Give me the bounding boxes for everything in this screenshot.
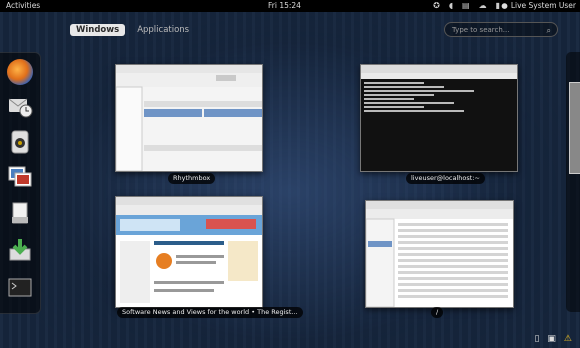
- dash: [0, 52, 41, 314]
- clock[interactable]: Fri 15:24: [268, 0, 301, 12]
- software-icon[interactable]: [7, 237, 33, 263]
- window-file-manager[interactable]: [365, 200, 514, 308]
- documents-icon[interactable]: [7, 201, 33, 227]
- files-preview: [366, 201, 513, 307]
- search-input[interactable]: Type to search... ⌕: [444, 22, 558, 37]
- tab-applications[interactable]: Applications: [131, 24, 195, 36]
- chat-icon[interactable]: ☁: [479, 0, 487, 12]
- window-rhythmbox[interactable]: [115, 64, 263, 172]
- window-terminal[interactable]: [360, 64, 518, 172]
- workspace-list: [566, 52, 580, 312]
- accessibility-icon[interactable]: ✪: [433, 0, 440, 12]
- top-bar: Activities Fri 15:24 ✪ ◖ ▤ ☁ ▮ ● Live Sy…: [0, 0, 580, 12]
- overview-tabs: Windows Applications: [70, 24, 195, 36]
- search-icon: ⌕: [546, 26, 551, 35]
- user-name: Live System User: [510, 1, 576, 10]
- terminal-preview: [361, 65, 517, 112]
- search-placeholder: Type to search...: [452, 26, 510, 34]
- window-firefox[interactable]: [115, 196, 263, 308]
- warning-icon[interactable]: ⚠: [564, 334, 572, 344]
- window-caption: /: [431, 307, 444, 318]
- status-icons: ✪ ◖ ▤ ☁ ▮: [433, 0, 500, 12]
- activities-button[interactable]: Activities: [6, 0, 40, 12]
- user-menu[interactable]: ● Live System User: [501, 0, 576, 12]
- volume-icon[interactable]: ◖: [449, 0, 453, 12]
- removable-drive-icon[interactable]: ▯: [534, 334, 539, 344]
- battery-icon[interactable]: ▮: [496, 0, 500, 12]
- mail-icon[interactable]: [7, 93, 33, 119]
- printer-icon[interactable]: ▣: [547, 334, 556, 344]
- shotwell-icon[interactable]: [7, 163, 33, 189]
- rhythmbox-icon[interactable]: [7, 129, 33, 155]
- message-tray: ▯ ▣ ⚠: [534, 334, 572, 344]
- firefox-icon[interactable]: [7, 59, 33, 85]
- tab-windows[interactable]: Windows: [70, 24, 126, 36]
- network-icon[interactable]: ▤: [462, 0, 470, 12]
- terminal-icon[interactable]: [7, 275, 33, 301]
- window-caption: Rhythmbox: [168, 173, 216, 184]
- firefox-preview: [116, 197, 262, 303]
- window-caption: liveuser@localhost:~: [406, 173, 485, 184]
- user-icon: ●: [501, 1, 508, 10]
- rhythmbox-preview: [116, 65, 262, 171]
- workspace-thumbnail[interactable]: [569, 82, 580, 174]
- window-caption: Software News and Views for the world • …: [117, 307, 303, 318]
